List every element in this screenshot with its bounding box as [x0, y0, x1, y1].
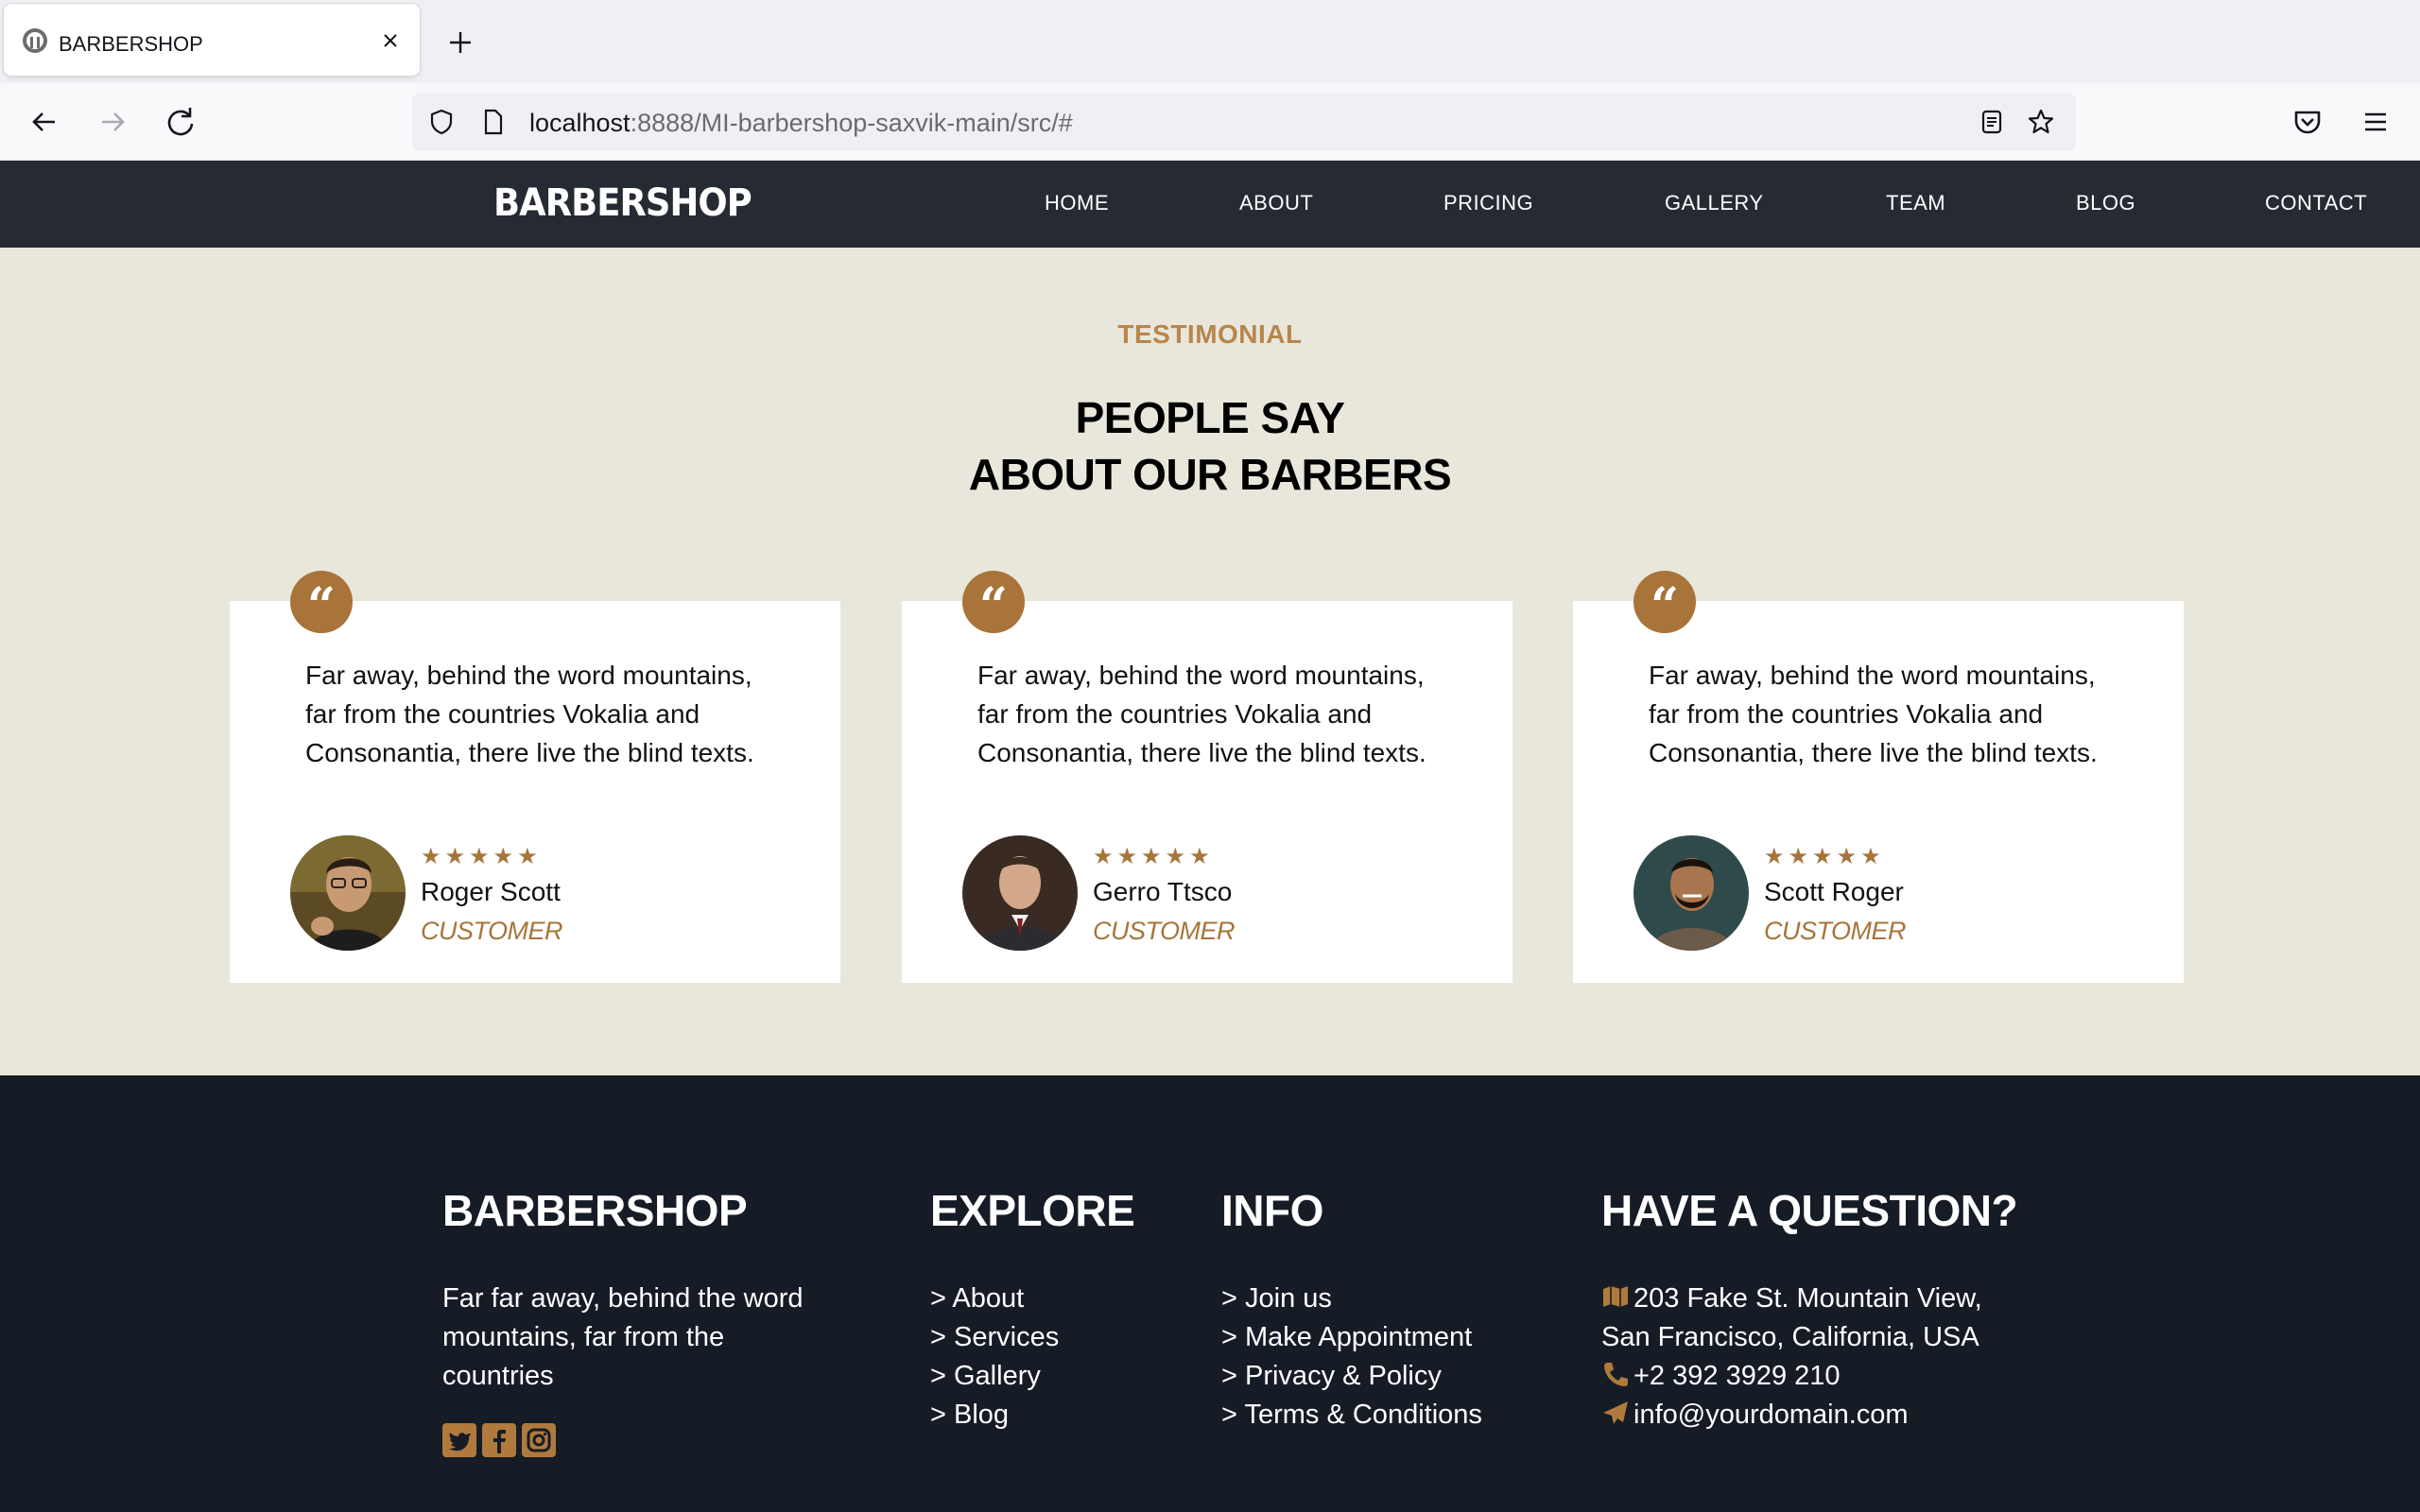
- reload-icon[interactable]: [161, 102, 200, 142]
- nav-contact[interactable]: CONTACT: [2265, 191, 2367, 215]
- customer-role: CUSTOMER: [1093, 917, 1236, 945]
- nav-home[interactable]: HOME: [1045, 191, 1109, 215]
- address-row: 203 Fake St. Mountain View,: [1601, 1280, 1982, 1318]
- footer-link-services[interactable]: > Services: [930, 1318, 1059, 1357]
- site-favicon-icon: [23, 28, 47, 53]
- footer-explore-links: > About > Services > Gallery > Blog: [930, 1280, 1059, 1435]
- back-icon[interactable]: [25, 102, 64, 142]
- facebook-icon[interactable]: [482, 1423, 516, 1457]
- quote-icon: “: [290, 571, 353, 635]
- customer-name: Gerro Ttsco: [1093, 877, 1233, 906]
- close-tab-icon[interactable]: [376, 26, 405, 55]
- rating-stars: ★★★★★: [421, 844, 542, 869]
- footer-brand-heading: BARBERSHOP: [442, 1186, 748, 1235]
- url-host: localhost: [529, 109, 631, 137]
- phone-number: +2 392 3929 210: [1634, 1361, 1841, 1391]
- email-row[interactable]: info@yourdomain.com: [1601, 1396, 1982, 1435]
- footer-link-make-appointment[interactable]: > Make Appointment: [1221, 1318, 1482, 1357]
- footer-info-links: > Join us > Make Appointment > Privacy &…: [1221, 1280, 1482, 1435]
- nav-about[interactable]: ABOUT: [1239, 191, 1313, 215]
- page-icon[interactable]: [478, 108, 507, 136]
- instagram-icon[interactable]: [522, 1423, 556, 1457]
- avatar: [290, 835, 406, 951]
- customer-role: CUSTOMER: [1764, 917, 1907, 945]
- footer-link-privacy-policy[interactable]: > Privacy & Policy: [1221, 1357, 1482, 1396]
- testimonial-text: Far away, behind the word mountains, far…: [977, 661, 1426, 767]
- testimonial-card: “ Far away, behind the word mountains, f…: [902, 571, 1512, 983]
- rating-stars: ★★★★★: [1764, 844, 1885, 869]
- testimonial-card: “ Far away, behind the word mountains, f…: [230, 571, 840, 983]
- customer-name: Scott Roger: [1764, 877, 1904, 906]
- footer-link-join-us[interactable]: > Join us: [1221, 1280, 1482, 1318]
- footer-link-about[interactable]: > About: [930, 1280, 1059, 1318]
- reader-view-icon[interactable]: [1978, 108, 2006, 136]
- footer-explore-heading: EXPLORE: [930, 1186, 1135, 1235]
- nav-gallery[interactable]: GALLERY: [1665, 191, 1764, 215]
- site-header: BARBERSHOP HOME ABOUT PRICING GALLERY TE…: [0, 161, 2420, 248]
- nav-blog[interactable]: BLOG: [2076, 191, 2135, 215]
- pocket-icon[interactable]: [2288, 102, 2327, 142]
- avatar: [962, 835, 1078, 951]
- map-icon: [1603, 1286, 1628, 1307]
- hamburger-menu-icon[interactable]: [2356, 102, 2395, 142]
- browser-toolbar: localhost:8888/MI-barbershop-saxvik-main…: [0, 83, 2420, 161]
- phone-row[interactable]: +2 392 3929 210: [1601, 1357, 1982, 1396]
- footer-info-heading: INFO: [1221, 1186, 1323, 1235]
- customer-role: CUSTOMER: [421, 917, 563, 945]
- testimonial-text: Far away, behind the word mountains, far…: [305, 661, 754, 767]
- shield-icon[interactable]: [427, 108, 456, 136]
- customer-name: Roger Scott: [421, 877, 561, 906]
- twitter-icon[interactable]: [442, 1423, 476, 1457]
- social-links: [442, 1423, 562, 1462]
- testimonial-card: “ Far away, behind the word mountains, f…: [1573, 571, 2184, 983]
- footer-link-blog[interactable]: > Blog: [930, 1396, 1059, 1435]
- section-heading-line2: ABOUT OUR BARBERS: [968, 450, 1452, 499]
- footer-question-heading: HAVE A QUESTION?: [1601, 1186, 2018, 1235]
- browser-tab[interactable]: BARBERSHOP: [4, 4, 420, 76]
- footer-link-terms-conditions[interactable]: > Terms & Conditions: [1221, 1396, 1482, 1435]
- address-line1: 203 Fake St. Mountain View,: [1634, 1283, 1982, 1314]
- section-subheading: TESTIMONIAL: [1117, 319, 1303, 349]
- email-address: info@yourdomain.com: [1634, 1400, 1909, 1430]
- nav-team[interactable]: TEAM: [1886, 191, 1945, 215]
- avatar: [1634, 835, 1749, 951]
- footer-brand-text: Far far away, behind the word mountains,…: [442, 1283, 804, 1391]
- new-tab-icon[interactable]: [444, 26, 476, 59]
- site-footer: BARBERSHOP Far far away, behind the word…: [0, 1075, 2420, 1512]
- address-bar[interactable]: localhost:8888/MI-barbershop-saxvik-main…: [412, 93, 2076, 151]
- browser-tab-bar: BARBERSHOP: [0, 0, 2420, 83]
- forward-icon[interactable]: [93, 102, 132, 142]
- rating-stars: ★★★★★: [1093, 844, 1214, 869]
- section-heading-line1: PEOPLE SAY: [1075, 393, 1345, 442]
- quote-icon: “: [962, 571, 1025, 635]
- url-text: localhost:8888/MI-barbershop-saxvik-main…: [529, 109, 1073, 138]
- site-logo[interactable]: BARBERSHOP: [493, 181, 752, 225]
- testimonial-section: TESTIMONIAL PEOPLE SAY ABOUT OUR BARBERS…: [0, 248, 2420, 1075]
- quote-icon: “: [1634, 571, 1696, 635]
- address-line2: San Francisco, California, USA: [1601, 1322, 1979, 1352]
- url-path: :8888/MI-barbershop-saxvik-main/src/#: [630, 109, 1073, 137]
- testimonial-text: Far away, behind the word mountains, far…: [1649, 661, 2098, 767]
- tab-title: BARBERSHOP: [59, 32, 203, 56]
- phone-icon: [1604, 1363, 1628, 1386]
- section-heading: PEOPLE SAY ABOUT OUR BARBERS: [0, 389, 2420, 503]
- footer-link-gallery[interactable]: > Gallery: [930, 1357, 1059, 1396]
- paper-plane-icon: [1603, 1401, 1628, 1424]
- nav-pricing[interactable]: PRICING: [1443, 191, 1533, 215]
- footer-contact-info: 203 Fake St. Mountain View, San Francisc…: [1601, 1280, 1982, 1435]
- bookmark-star-icon[interactable]: [2027, 108, 2055, 136]
